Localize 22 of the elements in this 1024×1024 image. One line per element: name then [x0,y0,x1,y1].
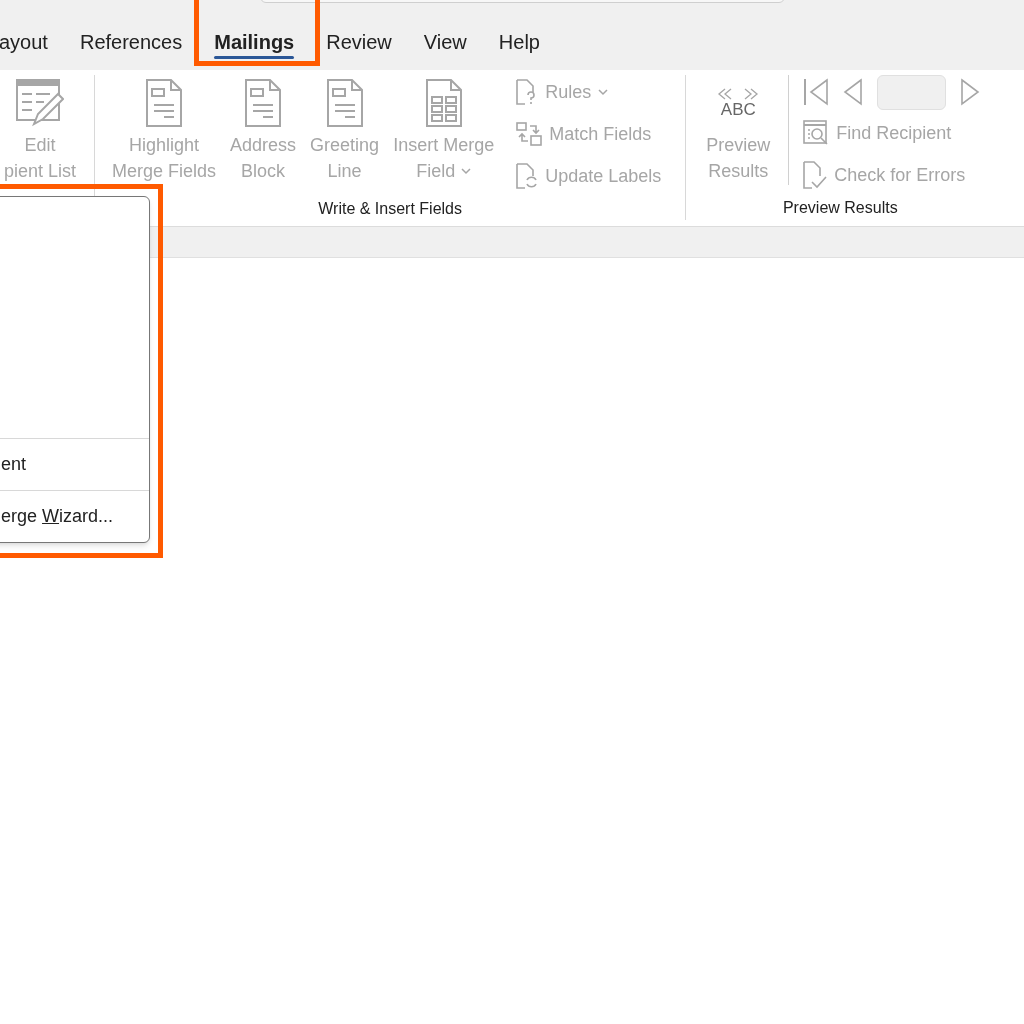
document-icon [326,79,363,127]
ribbon-tab[interactable]: ayout [0,14,48,70]
group-label: Write & Insert Fields [317,199,463,219]
ribbon-tab[interactable]: Review [326,14,392,70]
refresh-document-icon [516,163,539,189]
menu-item[interactable]: erge Wizard... [0,491,149,542]
document-icon [245,79,282,127]
chevron-down-icon [461,167,472,175]
ribbon-tab[interactable]: Mailings [214,14,295,70]
ribbon-tab[interactable]: View [423,14,467,70]
ribbon-tab[interactable]: Help [498,14,540,70]
check-document-icon [803,161,828,189]
swap-fields-icon [516,122,543,146]
table-document-icon [425,79,462,127]
chevron-down-icon [598,88,609,96]
document-icon [146,79,182,127]
abc-label: ABC [720,101,756,119]
menu-item[interactable]: ent [0,439,149,490]
list-edit-icon [15,78,64,128]
group-label: Preview Results [781,198,899,218]
find-icon [803,120,830,146]
ribbon-tab[interactable]: References [79,14,183,70]
